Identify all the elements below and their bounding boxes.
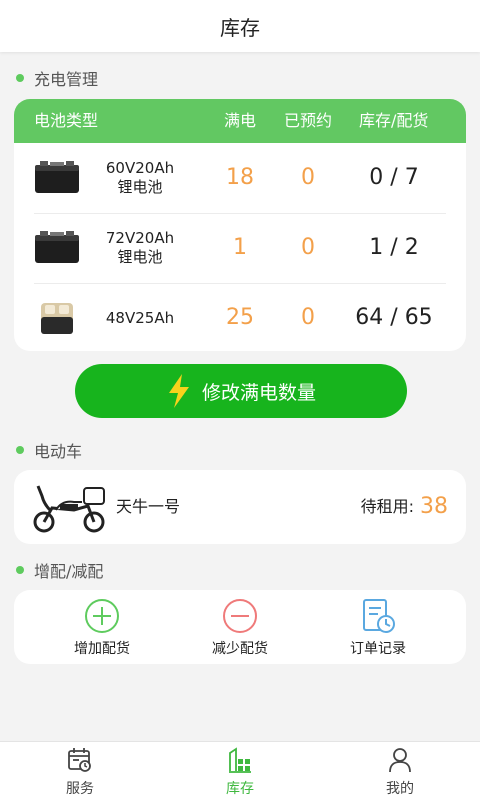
- tab-service[interactable]: 服务: [20, 742, 140, 800]
- tab-label: 服务: [66, 781, 94, 797]
- column-stock: 库存/配货: [359, 111, 429, 130]
- battery-table: 电池类型 满电 已预约 库存/配货 60V20Ah 锂电池 18 0 0 / 7: [14, 99, 466, 351]
- reserved-count: 0: [301, 235, 315, 260]
- reduce-stock-button[interactable]: 减少配货: [180, 590, 300, 664]
- tab-label: 库存: [226, 781, 254, 797]
- rent-label: 待租用:: [360, 497, 414, 516]
- table-header: 电池类型 满电 已预约 库存/配货: [14, 99, 466, 143]
- calendar-icon: [68, 748, 91, 772]
- reserved-count: 0: [301, 165, 315, 190]
- scooter-icon: [33, 485, 105, 533]
- black-battery-icon: [35, 161, 79, 193]
- header: 库存: [0, 0, 480, 52]
- table-row: 60V20Ah 锂电池 18 0 0 / 7: [14, 143, 466, 213]
- add-stock-label: 增加配货: [74, 641, 130, 657]
- stock-count: 64 / 65: [355, 305, 433, 330]
- lightning-icon: [168, 374, 189, 408]
- plus-circle-icon: [85, 599, 119, 633]
- bottom-tab-bar: 服务 库存 我的: [0, 741, 480, 800]
- column-full: 满电: [224, 111, 257, 130]
- tab-profile[interactable]: 我的: [340, 742, 460, 800]
- order-record-label: 订单记录: [350, 641, 406, 657]
- ebike-card[interactable]: 天牛一号 待租用: 38: [14, 470, 466, 544]
- beige-battery-icon: [41, 303, 73, 334]
- section-charging-title: 充电管理: [16, 67, 98, 89]
- full-count: 1: [233, 235, 247, 260]
- minus-circle-icon: [223, 599, 257, 633]
- black-battery-icon: [35, 231, 79, 263]
- full-count: 25: [226, 305, 254, 330]
- reduce-stock-label: 减少配货: [212, 641, 268, 657]
- reserved-count: 0: [301, 305, 315, 330]
- add-stock-button[interactable]: 增加配货: [42, 590, 162, 664]
- column-reserved: 已预约: [284, 111, 333, 130]
- adjust-card: 增加配货 减少配货 订单记录: [14, 590, 466, 664]
- page-title: 库存: [220, 15, 260, 40]
- battery-name: 48V25Ah: [105, 308, 175, 327]
- edit-full-charge-button[interactable]: 修改满电数量: [75, 364, 407, 418]
- section-label: 增配/减配: [34, 562, 104, 581]
- order-record-icon: [363, 599, 395, 633]
- section-label: 电动车: [34, 442, 83, 461]
- column-battery-type: 电池类型: [34, 111, 99, 130]
- edit-button-label: 修改满电数量: [201, 382, 316, 404]
- section-dot: [16, 446, 24, 454]
- full-count: 18: [226, 165, 254, 190]
- rent-count: 38: [420, 494, 448, 519]
- battery-name: 60V20Ah 锂电池: [105, 159, 175, 196]
- battery-name: 72V20Ah 锂电池: [105, 229, 175, 266]
- section-dot: [16, 74, 24, 82]
- tab-inventory[interactable]: 库存: [180, 742, 300, 800]
- tab-label: 我的: [386, 781, 414, 797]
- section-ebike-title: 电动车: [16, 439, 82, 461]
- user-icon: [389, 748, 411, 773]
- inventory-icon: [229, 747, 251, 773]
- order-record-button[interactable]: 订单记录: [318, 590, 438, 664]
- section-dot: [16, 566, 24, 574]
- section-adjust-title: 增配/减配: [16, 559, 103, 581]
- stock-count: 1 / 2: [369, 235, 419, 260]
- stock-count: 0 / 7: [369, 165, 419, 190]
- ebike-name: 天牛一号: [116, 497, 181, 516]
- table-row: 72V20Ah 锂电池 1 0 1 / 2: [14, 213, 466, 283]
- table-row: 48V25Ah 25 0 64 / 65: [14, 283, 466, 351]
- section-label: 充电管理: [34, 70, 99, 89]
